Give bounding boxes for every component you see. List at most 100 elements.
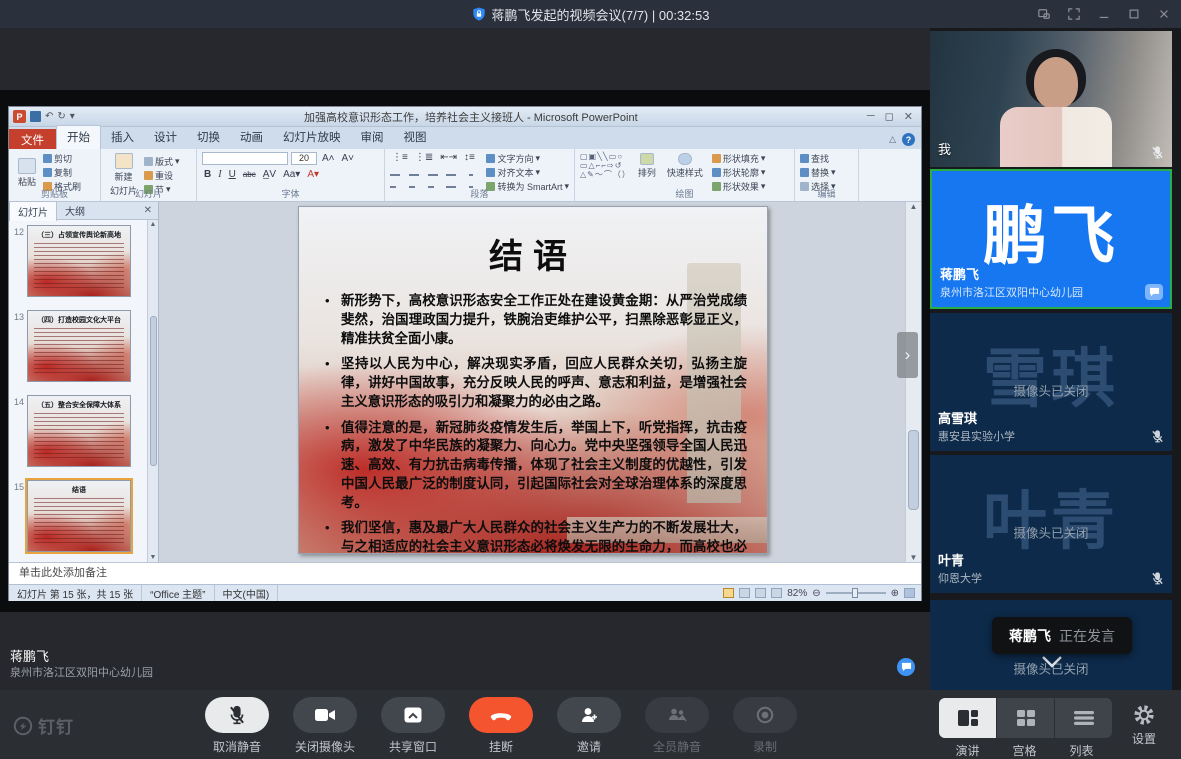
scroll-up-icon[interactable]: ▲ [150, 221, 157, 228]
slide-thumbnail-14[interactable]: 14 （五）整合安全保障大体系 [9, 390, 158, 475]
bold-button[interactable]: B [202, 169, 213, 180]
arrange-button[interactable]: 排列 [634, 152, 660, 180]
tab-file[interactable]: 文件 [9, 129, 56, 149]
ppt-minimize-icon[interactable]: ─ [867, 110, 875, 123]
participant-tile-self[interactable]: 我 [930, 31, 1172, 167]
text-direction-button[interactable]: 文字方向 ▾ [486, 152, 569, 165]
undo-icon[interactable]: ↶ [45, 111, 53, 122]
zoom-out-icon[interactable]: ⊖ [812, 588, 820, 599]
panel-close-icon[interactable]: ✕ [138, 205, 158, 216]
shrink-font-icon[interactable]: A˅ [340, 153, 357, 164]
slide-thumbnail-15[interactable]: 15 结语 [9, 475, 158, 560]
camera-off-button[interactable]: 关闭摄像头 [293, 697, 357, 755]
zoom-slider-thumb[interactable] [852, 588, 858, 598]
tab-review[interactable]: 审阅 [351, 126, 394, 149]
tab-slideshow[interactable]: 幻灯片放映 [273, 126, 351, 149]
underline-button[interactable]: U [227, 169, 238, 180]
scroll-more-chevron-icon[interactable] [1040, 655, 1064, 673]
indent-icons[interactable]: ⇤⇥ [438, 152, 459, 163]
hang-up-button[interactable]: 挂断 [469, 697, 533, 755]
save-icon[interactable] [30, 111, 41, 122]
panel-scrollbar[interactable]: ▲▼ [147, 220, 158, 562]
notes-pane[interactable]: 单击此处添加备注 [9, 562, 921, 584]
ppt-close-icon[interactable]: ✕ [904, 110, 913, 123]
chat-icon[interactable] [897, 658, 915, 676]
view-speaker-button[interactable] [939, 698, 996, 738]
tab-transitions[interactable]: 切换 [187, 126, 230, 149]
scroll-thumb[interactable] [908, 430, 919, 510]
participant-tile-gaoxueqi[interactable]: 雪琪 摄像头已关闭 高雪琪 惠安县实验小学 [930, 313, 1172, 451]
settings-button[interactable]: 设置 [1122, 698, 1166, 747]
scroll-down-icon[interactable]: ▼ [150, 554, 157, 561]
shape-fill-button[interactable]: 形状填充 ▾ [712, 152, 766, 165]
scroll-up-icon[interactable]: ▲ [910, 202, 918, 211]
scroll-down-icon[interactable]: ▼ [910, 553, 918, 562]
align-text-button[interactable]: 对齐文本 ▾ [486, 166, 569, 179]
participant-tile-yeqing[interactable]: 叶青 摄像头已关闭 叶青 仰恩大学 [930, 455, 1172, 593]
slideshow-view-icon[interactable] [771, 588, 782, 598]
reading-view-icon[interactable] [755, 588, 766, 598]
share-window-button[interactable]: 共享窗口 [381, 697, 445, 755]
panel-tab-slides[interactable]: 幻灯片 [9, 201, 57, 221]
quick-access-toolbar[interactable]: ↶ ↻ ▾ [30, 111, 75, 122]
mute-all-button[interactable]: 全员静音 [645, 697, 709, 755]
line-spacing-icon[interactable]: ↕≡ [462, 152, 477, 163]
shapes-gallery[interactable]: ▢▣╲╲▭○▭△⌐⌐⇨↺△✎〜⌒（） [580, 152, 631, 179]
qat-dropdown-icon[interactable]: ▾ [70, 111, 75, 122]
font-name-combobox[interactable] [202, 152, 288, 165]
zoom-slider[interactable] [826, 592, 886, 594]
slide-thumbnail-12[interactable]: 12 （三）占领宣传舆论新高地 [9, 220, 158, 305]
invite-button[interactable]: 邀请 [557, 697, 621, 755]
scroll-thumb[interactable] [150, 316, 157, 466]
paste-button[interactable]: 粘贴 [14, 157, 40, 189]
status-language[interactable]: 中文(中国) [215, 585, 279, 601]
record-button[interactable]: 录制 [733, 697, 797, 755]
maximize-icon[interactable] [1127, 7, 1141, 21]
character-spacing-icon[interactable]: A̲V [261, 169, 278, 180]
grow-font-icon[interactable]: A˄ [320, 153, 337, 164]
fit-to-window-icon[interactable] [904, 588, 915, 598]
redo-icon[interactable]: ↻ [57, 111, 65, 122]
tab-animations[interactable]: 动画 [230, 126, 273, 149]
cut-button[interactable]: 剪切 [43, 152, 81, 165]
participant-tile-jiangpengfei[interactable]: 鹏飞 蒋鹏飞 泉州市洛江区双阳中心幼儿园 [930, 169, 1172, 309]
font-color-icon[interactable]: A▾ [305, 169, 321, 180]
current-slide[interactable]: 结语 新形势下，高校意识形态安全工作正处在建设黄金期：从严治党成绩斐然，治国理政… [298, 206, 768, 554]
italic-button[interactable]: I [216, 169, 223, 180]
slide-thumbnail-13[interactable]: 13 （四）打造校园文化大平台 [9, 305, 158, 390]
numbering-icon[interactable]: ⋮≣ [413, 152, 435, 163]
pip-mode-icon[interactable] [1037, 7, 1051, 21]
quick-styles-button[interactable]: 快速样式 [663, 152, 707, 180]
ribbon-collapse-icon[interactable]: △ [889, 134, 896, 145]
normal-view-icon[interactable] [723, 588, 734, 598]
bullets-icon[interactable]: ⋮≡ [390, 152, 410, 163]
panel-tab-outline[interactable]: 大纲 [57, 201, 93, 220]
find-button[interactable]: 查找 [800, 152, 853, 165]
unmute-button[interactable]: 取消静音 [205, 697, 269, 755]
minimize-icon[interactable] [1097, 7, 1111, 21]
strikethrough-button[interactable]: abc [241, 170, 258, 179]
change-case-icon[interactable]: Aa▾ [281, 169, 302, 180]
layout-button[interactable]: 版式 ▾ [144, 155, 180, 168]
slide-sorter-icon[interactable] [739, 588, 750, 598]
view-list-button[interactable] [1055, 698, 1112, 738]
shape-outline-button[interactable]: 形状轮廓 ▾ [712, 166, 766, 179]
scroll-track[interactable] [906, 211, 921, 553]
tab-design[interactable]: 设计 [144, 126, 187, 149]
replace-button[interactable]: 替换 ▾ [800, 166, 853, 179]
close-icon[interactable] [1157, 7, 1171, 21]
help-icon[interactable]: ? [902, 133, 915, 146]
zoom-in-icon[interactable]: ⊕ [891, 588, 899, 599]
editor-scrollbar[interactable]: ▲ ▼ [905, 202, 921, 562]
chat-icon[interactable] [1145, 284, 1163, 300]
tab-home[interactable]: 开始 [56, 125, 101, 149]
reset-button[interactable]: 重设 [144, 169, 180, 182]
view-grid-button[interactable] [997, 698, 1054, 738]
fullscreen-icon[interactable] [1067, 7, 1081, 21]
tab-view[interactable]: 视图 [394, 126, 437, 149]
font-size-combobox[interactable]: 20 [291, 152, 317, 165]
ppt-maximize-icon[interactable]: ◻ [885, 110, 894, 123]
tab-insert[interactable]: 插入 [101, 126, 144, 149]
sidebar-collapse-handle[interactable]: › [897, 332, 918, 378]
copy-button[interactable]: 复制 [43, 166, 81, 179]
